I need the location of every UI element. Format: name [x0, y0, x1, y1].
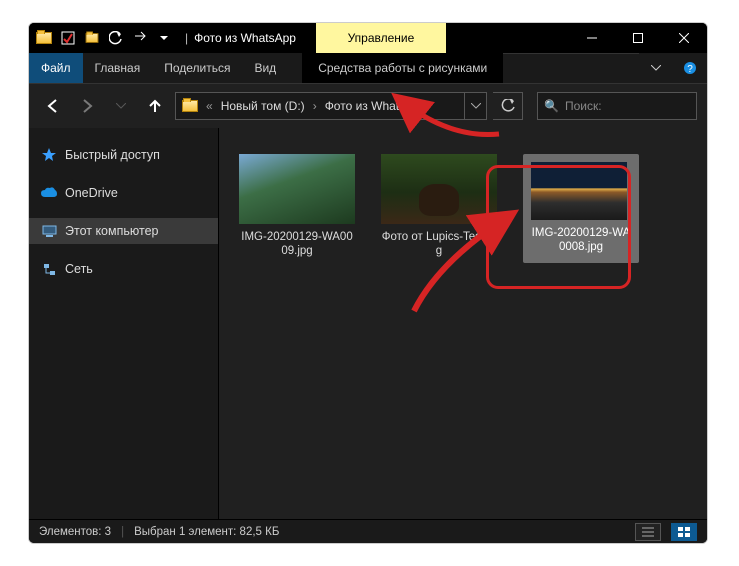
help-icon[interactable]: ? [673, 53, 707, 83]
up-button[interactable] [141, 92, 169, 120]
sidebar-item-label: Этот компьютер [65, 224, 158, 238]
sidebar-item-onedrive[interactable]: OneDrive [29, 180, 218, 206]
view-details-button[interactable] [635, 523, 661, 541]
tab-file[interactable]: Файл [29, 53, 83, 83]
sidebar-item-label: Быстрый доступ [65, 148, 160, 162]
window-title: Фото из WhatsApp [194, 31, 296, 45]
qat-new-folder-icon[interactable] [81, 27, 103, 49]
back-button[interactable] [39, 92, 67, 120]
search-input[interactable]: 🔍 Поиск: [537, 92, 697, 120]
refresh-button[interactable] [493, 92, 523, 120]
sidebar-item-label: OneDrive [65, 186, 118, 200]
file-item[interactable]: IMG-20200129-WA0009.jpg [239, 154, 355, 259]
search-placeholder: Поиск: [565, 99, 602, 113]
star-icon [41, 147, 57, 163]
folder-icon [182, 100, 198, 112]
chevron-right-icon: « [204, 99, 215, 113]
file-list[interactable]: IMG-20200129-WA0009.jpg Фото от Lupics-T… [219, 128, 707, 519]
ribbon-expand-icon[interactable] [639, 53, 673, 83]
tab-share[interactable]: Поделиться [152, 53, 242, 83]
file-name: IMG-20200129-WA0008.jpg [531, 226, 631, 255]
tab-view[interactable]: Вид [242, 53, 288, 83]
file-item[interactable]: IMG-20200129-WA0008.jpg [523, 154, 639, 263]
status-selection: Выбран 1 элемент: 82,5 КБ [134, 526, 279, 538]
breadcrumb-seg-drive[interactable]: Новый том (D:) [215, 93, 311, 119]
file-name: IMG-20200129-WA0009.jpg [239, 230, 355, 259]
chevron-right-icon: › [311, 99, 319, 113]
sidebar-item-thispc[interactable]: Этот компьютер [29, 218, 218, 244]
thumbnail [239, 154, 355, 224]
maximize-button[interactable] [615, 23, 661, 53]
titlebar: | Фото из WhatsApp Управление [29, 23, 707, 53]
pc-icon [41, 223, 57, 239]
ribbon: Файл Главная Поделиться Вид Средства раб… [29, 53, 707, 83]
sidebar-item-label: Сеть [65, 262, 93, 276]
view-thumbnails-button[interactable] [671, 523, 697, 541]
forward-button[interactable] [73, 92, 101, 120]
svg-text:?: ? [687, 64, 693, 75]
sidebar-item-quickaccess[interactable]: Быстрый доступ [29, 142, 218, 168]
file-name: Фото от Lupics-Test.jpg [381, 230, 497, 259]
qat-redo-icon[interactable] [129, 27, 151, 49]
status-bar: Элементов: 3 | Выбран 1 элемент: 82,5 КБ [29, 519, 707, 543]
sidebar-item-network[interactable]: Сеть [29, 256, 218, 282]
nav-bar: « Новый том (D:) › Фото из WhatsApp 🔍 По… [29, 84, 707, 128]
ribbon-context-header[interactable]: Управление [316, 23, 446, 53]
folder-icon [33, 27, 55, 49]
thumbnail [381, 154, 497, 224]
address-bar[interactable]: « Новый том (D:) › Фото из WhatsApp [175, 92, 487, 120]
address-history-dropdown[interactable] [464, 93, 486, 119]
breadcrumb-seg-folder[interactable]: Фото из WhatsApp [319, 93, 433, 119]
close-button[interactable] [661, 23, 707, 53]
file-item[interactable]: Фото от Lupics-Test.jpg [381, 154, 497, 259]
qat-properties-icon[interactable] [57, 27, 79, 49]
qat-dropdown-icon[interactable] [153, 27, 175, 49]
recent-dropdown-icon[interactable] [107, 92, 135, 120]
status-item-count: Элементов: 3 [39, 526, 111, 538]
qat-undo-icon[interactable] [105, 27, 127, 49]
tab-picture-tools[interactable]: Средства работы с рисунками [302, 53, 503, 83]
tab-home[interactable]: Главная [83, 53, 153, 83]
network-icon [41, 261, 57, 277]
minimize-button[interactable] [569, 23, 615, 53]
explorer-window: | Фото из WhatsApp Управление Файл Главн… [29, 23, 707, 543]
thumbnail [531, 162, 627, 220]
sidebar: Быстрый доступ OneDrive Этот компьютер С… [29, 128, 219, 519]
search-icon: 🔍 [544, 99, 559, 113]
cloud-icon [41, 185, 57, 201]
